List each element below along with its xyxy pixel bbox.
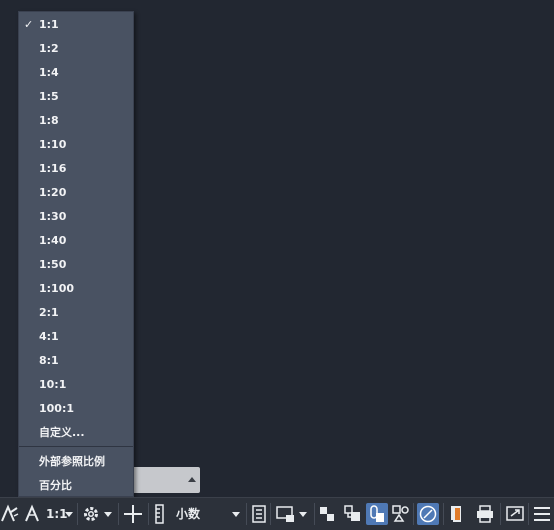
hardware-accel-icon[interactable] <box>417 503 439 525</box>
menu-item-label: 1:8 <box>39 114 59 127</box>
isolate-objects-icon[interactable] <box>366 503 388 525</box>
menu-divider <box>19 446 133 447</box>
menu-item-label: 10:1 <box>39 378 67 391</box>
menu-item-label: 外部参照比例 <box>39 455 105 468</box>
menu-item-label: 1:4 <box>39 66 59 79</box>
menu-item-label: 1:100 <box>39 282 75 295</box>
menu-item-label: 百分比 <box>39 479 72 492</box>
scroll-up-arrow-icon[interactable] <box>188 477 196 482</box>
clean-screen-icon[interactable] <box>504 503 526 525</box>
menu-item-scale[interactable]: 8:1 <box>19 349 133 373</box>
chevron-down-icon <box>65 512 73 517</box>
menu-item-scale[interactable]: 1:4 <box>19 61 133 85</box>
menu-item-label: 自定义... <box>39 426 85 439</box>
annotation-autoscale-icon[interactable] <box>22 503 42 525</box>
annotation-scale-menu: ✓ 1:1 1:2 1:4 1:5 1:8 1:10 1:16 1:20 1:3… <box>18 11 134 497</box>
menu-item-scale[interactable]: 1:10 <box>19 133 133 157</box>
menu-item-scale[interactable]: 100:1 <box>19 397 133 421</box>
menu-item-scale[interactable]: 1:2 <box>19 37 133 61</box>
menu-item-label: 1:50 <box>39 258 67 271</box>
graphics-performance-icon[interactable] <box>274 503 296 525</box>
toolbar-divider <box>314 503 315 525</box>
menu-item-scale[interactable]: 4:1 <box>19 325 133 349</box>
print-icon[interactable] <box>474 503 496 525</box>
menu-item-scale[interactable]: ✓ 1:1 <box>19 13 133 37</box>
quick-properties-icon[interactable] <box>250 503 268 525</box>
menu-item-label: 2:1 <box>39 306 59 319</box>
chevron-down-icon[interactable] <box>299 503 309 525</box>
menu-item-label: 1:30 <box>39 210 67 223</box>
menu-item-label: 1:2 <box>39 42 59 55</box>
menu-item-scale[interactable]: 1:5 <box>19 85 133 109</box>
toolbar-divider <box>246 503 247 525</box>
toolbar-divider <box>443 503 444 525</box>
menu-item-label: 1:40 <box>39 234 67 247</box>
annotation-monitor-icon[interactable] <box>447 503 467 525</box>
menu-item-label: 1:5 <box>39 90 59 103</box>
workspace-gear-icon[interactable] <box>82 503 102 525</box>
toolbar-divider <box>528 503 529 525</box>
toolbar-divider <box>77 503 78 525</box>
menu-item-label: 1:20 <box>39 186 67 199</box>
toolbar-divider <box>270 503 271 525</box>
customize-menu-icon[interactable] <box>532 503 552 525</box>
menu-item-label: 4:1 <box>39 330 59 343</box>
menu-item-scale[interactable]: 1:100 <box>19 277 133 301</box>
menu-item-label: 8:1 <box>39 354 59 367</box>
plus-icon[interactable] <box>122 503 144 525</box>
toolbar-divider <box>413 503 414 525</box>
units-ruler-icon[interactable] <box>152 503 168 525</box>
menu-item-scale[interactable]: 1:20 <box>19 181 133 205</box>
annotation-visibility-icon[interactable] <box>0 503 20 525</box>
menu-item-label: 100:1 <box>39 402 75 415</box>
workspace-dropdown-chevron-icon[interactable] <box>104 503 114 525</box>
annotation-scale-dropdown[interactable]: 1:1 <box>46 503 76 525</box>
menu-item-scale[interactable]: 10:1 <box>19 373 133 397</box>
toolbar-divider <box>148 503 149 525</box>
menu-item-xref-scale[interactable]: 外部参照比例 <box>19 450 133 474</box>
selection-cycling-icon[interactable] <box>318 503 336 525</box>
chevron-down-icon <box>232 512 240 517</box>
menu-item-custom-scale[interactable]: 自定义... <box>19 421 133 445</box>
menu-item-percentage[interactable]: 百分比 <box>19 474 133 498</box>
units-dropdown[interactable]: 小数 <box>176 503 244 525</box>
menu-item-scale[interactable]: 1:40 <box>19 229 133 253</box>
checkmark-icon: ✓ <box>24 18 34 31</box>
units-value: 小数 <box>176 507 201 521</box>
menu-item-scale[interactable]: 1:8 <box>19 109 133 133</box>
status-bar: 1:1 小数 <box>0 497 554 530</box>
menu-item-scale[interactable]: 1:50 <box>19 253 133 277</box>
transparency-icon[interactable] <box>342 503 362 525</box>
menu-item-scale[interactable]: 1:30 <box>19 205 133 229</box>
menu-item-scale[interactable]: 1:16 <box>19 157 133 181</box>
menu-item-label: 1:16 <box>39 162 67 175</box>
lock-ui-icon[interactable] <box>391 503 411 525</box>
toolbar-divider <box>500 503 501 525</box>
toolbar-divider <box>118 503 119 525</box>
menu-item-label: 1:10 <box>39 138 67 151</box>
menu-item-label: 1:1 <box>39 18 59 31</box>
horizontal-scrollbar[interactable] <box>130 467 200 493</box>
menu-item-scale[interactable]: 2:1 <box>19 301 133 325</box>
